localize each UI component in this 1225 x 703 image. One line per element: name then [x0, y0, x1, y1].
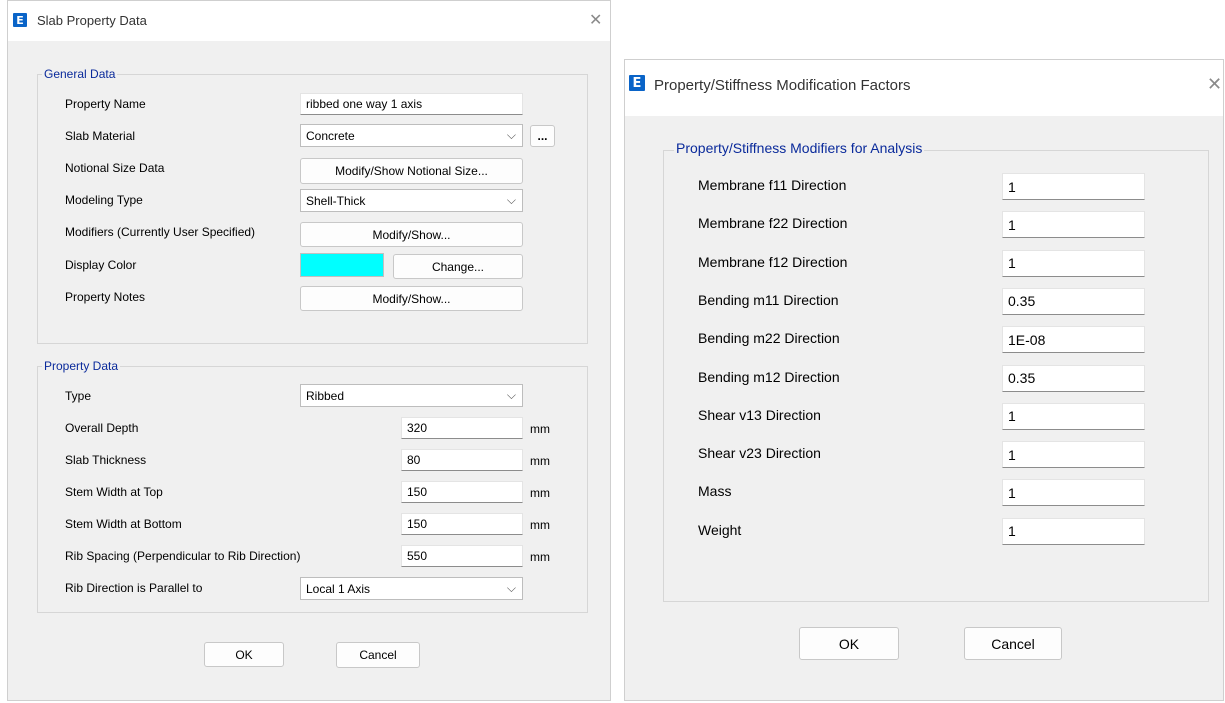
property-name-field[interactable]: ribbed one way 1 axis — [300, 93, 523, 115]
stem-width-bottom-field[interactable]: 150 — [401, 513, 523, 535]
rib-spacing-unit: mm — [530, 550, 550, 564]
slab-material-select[interactable]: Concrete ⌵ — [300, 124, 523, 147]
dialog-title: Slab Property Data — [37, 13, 147, 28]
title-bar: E Property/Stiffness Modification Factor… — [625, 60, 1223, 116]
modeling-type-label: Modeling Type — [65, 193, 143, 207]
modification-factors-dialog: E Property/Stiffness Modification Factor… — [624, 59, 1224, 701]
rib-direction-value: Local 1 Axis — [306, 581, 371, 596]
close-icon[interactable]: ✕ — [589, 10, 602, 29]
slab-thickness-label: Slab Thickness — [65, 453, 147, 467]
rib-spacing-field[interactable]: 550 — [401, 545, 523, 567]
bending-m11-field[interactable]: 0.35 — [1002, 287, 1145, 315]
property-name-label: Property Name — [65, 97, 146, 111]
stem-width-top-unit: mm — [530, 486, 550, 500]
type-select[interactable]: Ribbed ⌵ — [300, 384, 523, 407]
chevron-down-icon: ⌵ — [506, 580, 516, 595]
rib-direction-label: Rib Direction is Parallel to — [65, 581, 203, 595]
shear-v23-label: Shear v23 Direction — [698, 445, 821, 462]
rib-direction-select[interactable]: Local 1 Axis ⌵ — [300, 577, 523, 600]
chevron-down-icon: ⌵ — [506, 387, 516, 402]
type-label: Type — [65, 389, 92, 403]
change-color-button[interactable]: Change... — [393, 254, 523, 279]
dialog-title: Property/Stiffness Modification Factors — [654, 77, 911, 94]
shear-v13-field[interactable]: 1 — [1002, 402, 1145, 430]
stem-width-top-field[interactable]: 150 — [401, 481, 523, 503]
title-bar: E Slab Property Data ✕ — [8, 1, 610, 41]
ok-button[interactable]: OK — [799, 627, 899, 660]
bending-m22-field[interactable]: 1E-08 — [1002, 326, 1145, 354]
bending-m12-field[interactable]: 0.35 — [1002, 364, 1145, 392]
property-notes-label: Property Notes — [65, 290, 146, 304]
slab-thickness-unit: mm — [530, 454, 550, 468]
property-notes-button[interactable]: Modify/Show... — [300, 286, 523, 311]
weight-label: Weight — [698, 521, 742, 538]
overall-depth-field[interactable]: 320 — [401, 417, 523, 439]
membrane-f11-label: Membrane f11 Direction — [698, 177, 847, 193]
shear-v23-field[interactable]: 1 — [1002, 441, 1145, 469]
chevron-down-icon: ⌵ — [506, 127, 516, 142]
mass-label: Mass — [698, 483, 732, 500]
shear-v13-label: Shear v13 Direction — [698, 406, 821, 423]
ok-button[interactable]: OK — [204, 642, 284, 667]
slab-material-label: Slab Material — [65, 129, 136, 143]
type-value: Ribbed — [306, 388, 345, 403]
membrane-f12-field[interactable]: 1 — [1002, 249, 1145, 277]
modifiers-modify-show-button[interactable]: Modify/Show... — [300, 222, 523, 247]
weight-field[interactable]: 1 — [1002, 517, 1145, 545]
close-icon[interactable]: ✕ — [1207, 74, 1222, 95]
modeling-type-value: Shell-Thick — [306, 193, 366, 208]
modeling-type-select[interactable]: Shell-Thick ⌵ — [300, 189, 523, 212]
bending-m12-label: Bending m12 Direction — [698, 368, 840, 385]
slab-material-more-button[interactable]: ... — [530, 125, 555, 147]
bending-m11-label: Bending m11 Direction — [698, 291, 839, 308]
rib-spacing-label: Rib Spacing (Perpendicular to Rib Direct… — [65, 549, 301, 563]
cancel-button[interactable]: Cancel — [964, 627, 1062, 660]
membrane-f11-field[interactable]: 1 — [1002, 173, 1145, 200]
slab-thickness-field[interactable]: 80 — [401, 449, 523, 471]
cancel-button[interactable]: Cancel — [336, 642, 420, 668]
notional-size-label: Notional Size Data — [65, 161, 165, 175]
modifiers-label: Modifiers (Currently User Specified) — [65, 225, 256, 239]
etabs-app-icon: E — [629, 75, 645, 91]
membrane-f22-label: Membrane f22 Direction — [698, 215, 848, 232]
stem-width-top-label: Stem Width at Top — [65, 485, 163, 499]
slab-property-dialog: E Slab Property Data ✕ General Data Prop… — [7, 0, 611, 701]
mass-field[interactable]: 1 — [1002, 479, 1145, 507]
modify-notional-size-button[interactable]: Modify/Show Notional Size... — [300, 158, 523, 184]
bending-m22-label: Bending m22 Direction — [698, 330, 840, 347]
general-data-legend: General Data — [42, 67, 118, 81]
overall-depth-label: Overall Depth — [65, 421, 139, 435]
stem-width-bottom-label: Stem Width at Bottom — [65, 517, 182, 531]
display-color-label: Display Color — [65, 258, 137, 272]
membrane-f12-label: Membrane f12 Direction — [698, 253, 848, 270]
modifiers-legend: Property/Stiffness Modifiers for Analysi… — [674, 140, 925, 156]
overall-depth-unit: mm — [530, 422, 550, 436]
membrane-f22-field[interactable]: 1 — [1002, 211, 1145, 239]
chevron-down-icon: ⌵ — [506, 192, 516, 207]
etabs-app-icon: E — [13, 13, 27, 27]
slab-material-value: Concrete — [306, 128, 355, 143]
stem-width-bottom-unit: mm — [530, 518, 550, 532]
property-data-legend: Property Data — [42, 359, 121, 373]
display-color-swatch[interactable] — [300, 253, 384, 277]
